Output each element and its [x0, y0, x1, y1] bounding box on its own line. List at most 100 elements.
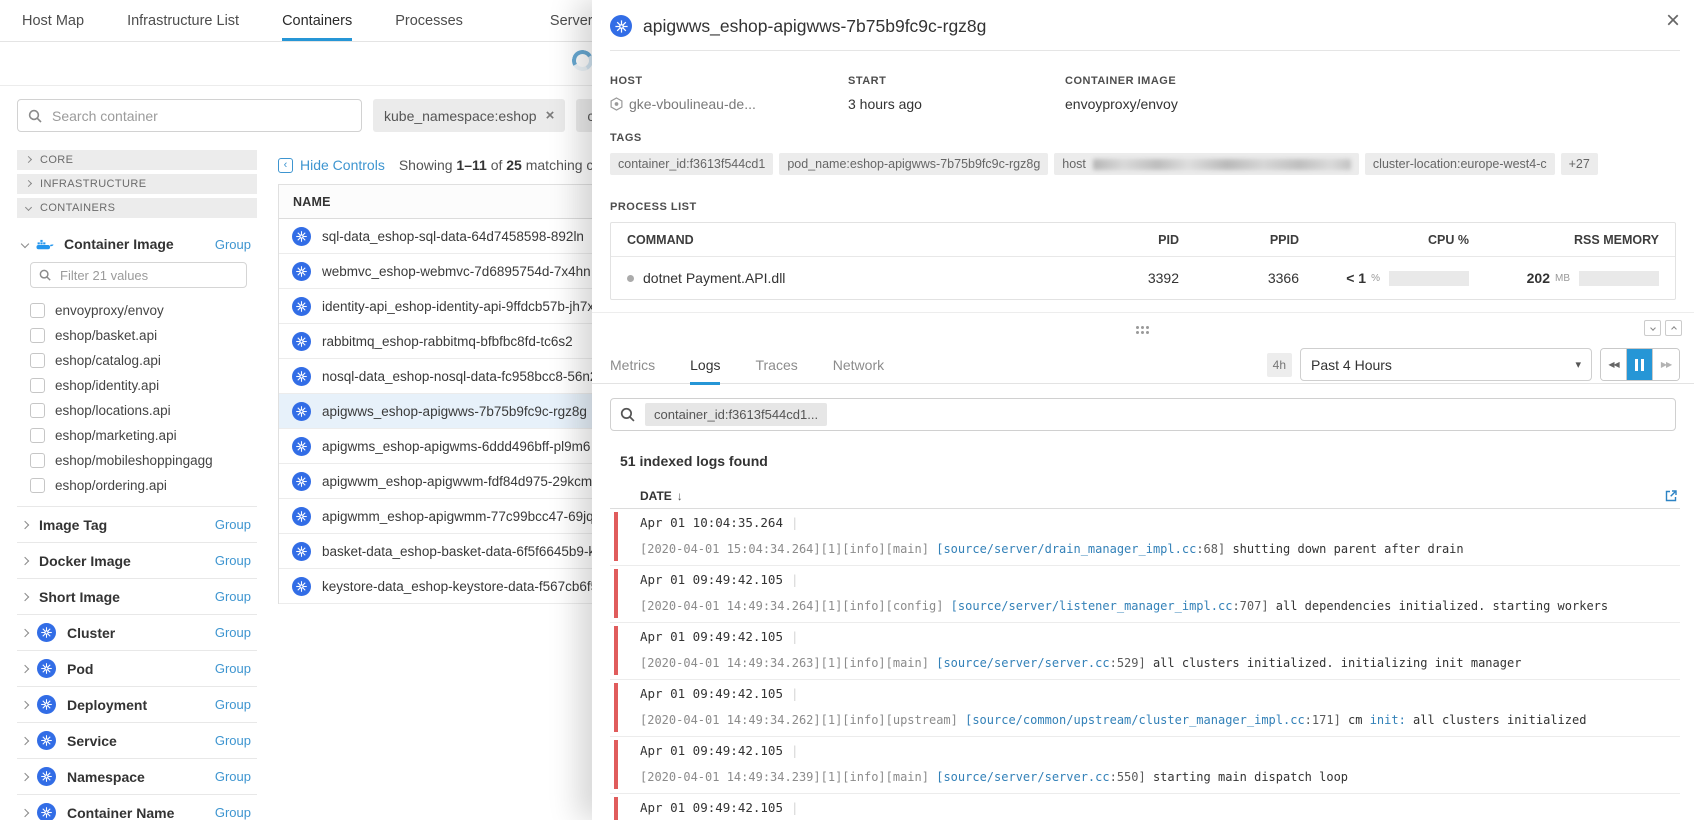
- facet-filter-input[interactable]: [58, 267, 238, 284]
- checkbox[interactable]: [30, 403, 45, 418]
- container-name: identity-api_eshop-identity-api-9ffdcb57…: [322, 299, 602, 314]
- chevron-right-icon: [21, 700, 29, 708]
- log-search-chip[interactable]: container_id:f3613f544cd1...: [645, 403, 827, 426]
- facet-value-row[interactable]: eshop/locations.api: [30, 398, 257, 423]
- container-name: rabbitmq_eshop-rabbitmq-bfbfbc8fd-tc6s2: [322, 334, 573, 349]
- time-range-select[interactable]: Past 4 Hours ▾: [1300, 348, 1592, 381]
- panel-tab[interactable]: Metrics: [610, 346, 655, 384]
- tag-chip[interactable]: pod_name:eshop-apigwws-7b75b9fc9c-rgz8g: [779, 153, 1048, 175]
- log-source-link[interactable]: [source/server/server.cc: [936, 771, 1109, 784]
- process-row[interactable]: dotnet Payment.API.dll 3392 3366 < 1% 20…: [611, 257, 1675, 299]
- group-by-link[interactable]: Group: [215, 661, 257, 676]
- facet-section-header[interactable]: CONTAINERS: [17, 198, 257, 218]
- search-input[interactable]: [50, 107, 351, 125]
- facet-section-header[interactable]: INFRASTRUCTURE: [17, 174, 257, 194]
- group-by-link[interactable]: Group: [215, 697, 257, 712]
- log-row[interactable]: Apr 01 09:49:42.105| [2020-04-01 14:49:3…: [610, 623, 1680, 680]
- date-column-header[interactable]: DATE: [640, 489, 672, 503]
- facet-value-row[interactable]: eshop/identity.api: [30, 373, 257, 398]
- log-source-link[interactable]: [source/server/listener_manager_impl.cc: [951, 600, 1233, 613]
- nav-tab[interactable]: Processes: [395, 0, 463, 41]
- facet-value-row[interactable]: eshop/catalog.api: [30, 348, 257, 373]
- command-header[interactable]: COMMAND: [627, 233, 1059, 247]
- facet-group-row[interactable]: Image Tag Group: [17, 506, 257, 542]
- sort-desc-icon[interactable]: ↓: [677, 489, 683, 503]
- checkbox[interactable]: [30, 378, 45, 393]
- fast-forward-button[interactable]: ▶▶: [1653, 349, 1679, 380]
- pause-button[interactable]: [1627, 349, 1653, 380]
- nav-tab[interactable]: Host Map: [22, 0, 84, 41]
- nav-tab[interactable]: Infrastructure List: [127, 0, 239, 41]
- rss-bar: [1579, 271, 1659, 286]
- facet-group-row[interactable]: Pod Group: [17, 650, 257, 686]
- panel-tab[interactable]: Traces: [755, 346, 797, 384]
- facet-group-row[interactable]: Short Image Group: [17, 578, 257, 614]
- expand-section-button[interactable]: [1665, 320, 1682, 336]
- drag-handle-icon[interactable]: [1136, 326, 1139, 329]
- host-value[interactable]: gke-vboulineau-de...: [610, 96, 848, 112]
- facet-group-row[interactable]: Namespace Group: [17, 758, 257, 794]
- tag-chip-host-redacted[interactable]: host: [1054, 153, 1359, 175]
- docker-icon: [36, 237, 54, 251]
- nav-tab[interactable]: Containers: [282, 0, 352, 41]
- facet-value-row[interactable]: eshop/ordering.api: [30, 473, 257, 498]
- checkbox[interactable]: [30, 478, 45, 493]
- container-image-value: envoyproxy/envoy: [1065, 96, 1178, 112]
- facet-group-row[interactable]: Docker Image Group: [17, 542, 257, 578]
- group-by-image-link[interactable]: Group: [215, 237, 257, 252]
- group-by-link[interactable]: Group: [215, 625, 257, 640]
- facet-filter[interactable]: [30, 262, 247, 288]
- caret-down-icon: ▾: [1575, 358, 1581, 371]
- log-row[interactable]: Apr 01 09:49:42.105| [2020-04-01 14:49:3…: [610, 794, 1680, 820]
- facet-section-header[interactable]: CORE: [17, 150, 257, 170]
- log-source-link[interactable]: [source/server/server.cc: [936, 657, 1109, 670]
- panel-splitter[interactable]: [592, 312, 1694, 346]
- close-icon[interactable]: ×: [1666, 9, 1680, 33]
- facet-container-image[interactable]: Container Image Group: [22, 232, 257, 256]
- checkbox[interactable]: [30, 353, 45, 368]
- facet-value-row[interactable]: eshop/marketing.api: [30, 423, 257, 448]
- log-search[interactable]: container_id:f3613f544cd1...: [610, 398, 1676, 431]
- group-by-link[interactable]: Group: [215, 805, 257, 820]
- open-in-log-explorer-icon[interactable]: [1664, 489, 1678, 503]
- group-by-link[interactable]: Group: [215, 517, 257, 532]
- facet-group-row[interactable]: Cluster Group: [17, 614, 257, 650]
- checkbox[interactable]: [30, 428, 45, 443]
- log-row[interactable]: Apr 01 09:49:42.105| [2020-04-01 14:49:3…: [610, 566, 1680, 623]
- group-by-link[interactable]: Group: [215, 589, 257, 604]
- group-by-link[interactable]: Group: [215, 733, 257, 748]
- facet-group-row[interactable]: Container Name Group: [17, 794, 257, 820]
- process-list: PROCESS LIST COMMAND PID PPID CPU % RSS …: [592, 175, 1694, 300]
- tag-chip[interactable]: cluster-location:europe-west4-c: [1365, 153, 1555, 175]
- filter-chip-kube-namespace[interactable]: kube_namespace:eshop ×: [373, 99, 565, 132]
- group-by-link[interactable]: Group: [215, 769, 257, 784]
- ppid-header[interactable]: PPID: [1179, 233, 1299, 247]
- panel-tab[interactable]: Logs: [690, 346, 720, 384]
- hide-controls-link[interactable]: ‹ Hide Controls: [278, 157, 385, 173]
- log-row[interactable]: Apr 01 09:49:42.105| [2020-04-01 14:49:3…: [610, 680, 1680, 737]
- log-row[interactable]: Apr 01 10:04:35.264| [2020-04-01 15:04:3…: [610, 509, 1680, 566]
- facet-value-row[interactable]: eshop/mobileshoppingagg: [30, 448, 257, 473]
- facet-group-row[interactable]: Deployment Group: [17, 686, 257, 722]
- facet-value-row[interactable]: eshop/basket.api: [30, 323, 257, 348]
- panel-tab[interactable]: Network: [833, 346, 884, 384]
- checkbox[interactable]: [30, 303, 45, 318]
- facet-value-row[interactable]: envoyproxy/envoy: [30, 298, 257, 323]
- group-by-link[interactable]: Group: [215, 553, 257, 568]
- tag-chip-more[interactable]: +27: [1561, 153, 1598, 175]
- log-source-link[interactable]: [source/server/drain_manager_impl.cc: [936, 543, 1196, 556]
- facet-group-row[interactable]: Service Group: [17, 722, 257, 758]
- log-source-link[interactable]: [source/common/upstream/cluster_manager_…: [965, 714, 1305, 727]
- cpu-header[interactable]: CPU %: [1299, 233, 1469, 247]
- remove-chip-icon[interactable]: ×: [546, 108, 555, 123]
- rss-header[interactable]: RSS MEMORY: [1469, 233, 1659, 247]
- log-row[interactable]: Apr 01 09:49:42.105| [2020-04-01 14:49:3…: [610, 737, 1680, 794]
- container-search[interactable]: [17, 99, 362, 132]
- rewind-button[interactable]: ◀◀: [1601, 349, 1627, 380]
- panel-title: apigwws_eshop-apigwws-7b75b9fc9c-rgz8g: [643, 16, 986, 37]
- checkbox[interactable]: [30, 328, 45, 343]
- pid-header[interactable]: PID: [1059, 233, 1179, 247]
- checkbox[interactable]: [30, 453, 45, 468]
- tag-chip[interactable]: container_id:f3613f544cd1: [610, 153, 773, 175]
- collapse-section-button[interactable]: [1644, 320, 1661, 336]
